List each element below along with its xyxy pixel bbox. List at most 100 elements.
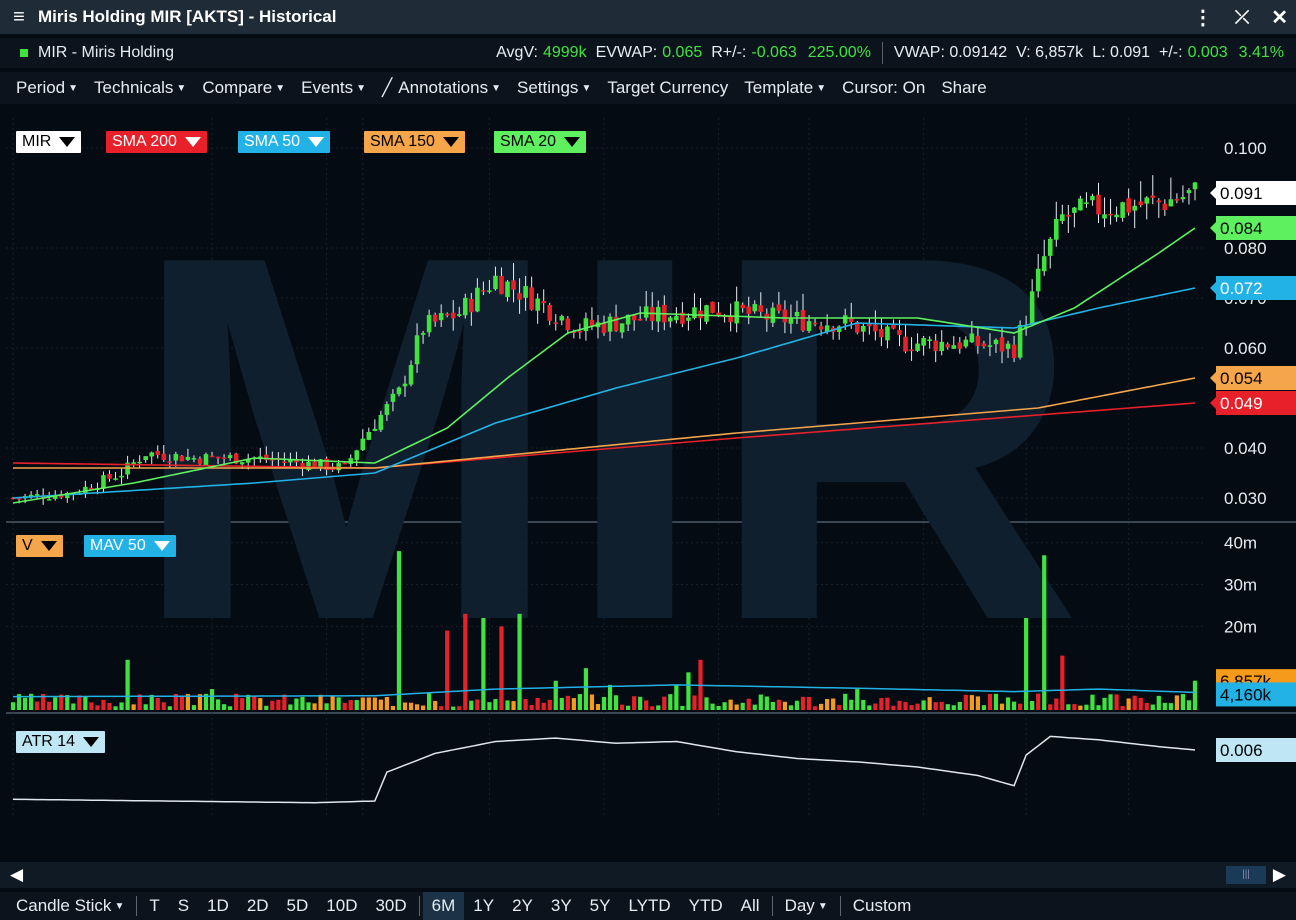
scroll-thumb[interactable]: |||: [1226, 866, 1266, 884]
range-percent: 225.00%: [807, 44, 871, 61]
candle-body: [360, 438, 366, 451]
volume-bar: [734, 704, 739, 710]
cursor-toggle[interactable]: Cursor: On: [834, 78, 933, 98]
candle-body: [577, 330, 583, 333]
price-tick-label: 0.030: [1224, 489, 1267, 508]
dropdown-icon: [308, 137, 325, 147]
volume-bar: [674, 684, 679, 710]
volume-bar: [999, 703, 1005, 710]
range-3y[interactable]: 3Y: [542, 896, 581, 916]
custom-range-button[interactable]: Custom: [844, 896, 921, 916]
more-options-icon[interactable]: ⋮: [1193, 5, 1213, 30]
candle-body: [420, 333, 426, 335]
volume-bar: [215, 699, 221, 710]
volume-bar: [885, 697, 890, 710]
range-5y[interactable]: 5Y: [581, 896, 620, 916]
legend-sma-20[interactable]: SMA 20: [494, 131, 587, 153]
range-1y[interactable]: 1Y: [464, 896, 503, 916]
vwap-text: VWAP: 0.09142: [893, 44, 1008, 61]
volume-bar: [1090, 694, 1095, 710]
legend-mav-50[interactable]: MAV 50: [84, 535, 176, 557]
candle-body: [776, 304, 782, 311]
candle-body: [933, 340, 938, 352]
period-5d[interactable]: 5D: [278, 896, 318, 916]
chart-area[interactable]: MIR0.1000.0800.0700.0600.0400.0300.0910.…: [6, 118, 1296, 862]
range-ytd[interactable]: YTD: [680, 896, 732, 916]
volume-bar: [1060, 655, 1065, 710]
candle-body: [927, 339, 932, 342]
volume-bar: [873, 703, 878, 710]
volume-bar: [1036, 693, 1041, 710]
window-title: Miris Holding MIR [AKTS] - Historical: [38, 7, 337, 26]
period-2d[interactable]: 2D: [238, 896, 278, 916]
range-lytd[interactable]: LYTD: [619, 896, 679, 916]
candle-body: [119, 475, 124, 478]
candle-body: [547, 304, 553, 321]
horizontal-scrollbar[interactable]: ◀ ||| ▶: [0, 862, 1296, 888]
legend-mir[interactable]: MIR: [16, 131, 82, 153]
volume-bar: [324, 703, 329, 710]
candle-body: [637, 318, 643, 321]
volume-bar: [47, 701, 52, 710]
last-value-label: 0.049: [1220, 394, 1263, 413]
menu-period[interactable]: Period ▼: [0, 78, 86, 98]
candle-body: [342, 462, 347, 465]
candle-body: [1108, 213, 1113, 216]
candle-body: [107, 474, 112, 479]
legend-atr-14[interactable]: ATR 14: [16, 731, 106, 753]
period-1d[interactable]: 1D: [198, 896, 238, 916]
volume-bar: [125, 659, 130, 710]
candle-body: [1078, 198, 1083, 211]
share-button[interactable]: Share: [933, 78, 994, 98]
range-all[interactable]: All: [732, 896, 769, 916]
candle-body: [565, 318, 571, 331]
volume-bar: [390, 706, 396, 710]
volume-bar: [119, 702, 124, 710]
candle-body: [770, 307, 776, 323]
scroll-right-icon[interactable]: ▶: [1273, 865, 1286, 885]
period-s[interactable]: S: [169, 896, 198, 916]
volume-bar: [282, 694, 287, 710]
candle-body: [438, 313, 444, 321]
candle-body: [493, 275, 498, 290]
candle-body: [993, 339, 999, 345]
volume-bar: [915, 703, 920, 710]
menu-technicals[interactable]: Technicals ▼: [86, 78, 194, 98]
close-icon[interactable]: ✕: [1271, 5, 1288, 30]
volume-bar: [131, 704, 136, 710]
legend-sma-200[interactable]: SMA 200: [106, 131, 207, 153]
volume-bar: [1078, 705, 1083, 710]
menu-annotations[interactable]: ╱ Annotations ▼: [374, 78, 509, 98]
interval-select[interactable]: Day ▼: [776, 896, 837, 916]
evwap-value: 0.065: [662, 44, 703, 61]
instrument-info-bar: MIR - Miris Holding AvgV: 4999k EVWAP: 0…: [0, 38, 1296, 68]
period-t[interactable]: T: [140, 896, 168, 916]
candle-body: [1174, 198, 1180, 201]
legend-sma-150[interactable]: SMA 150: [364, 131, 465, 153]
scroll-left-icon[interactable]: ◀: [10, 865, 23, 885]
candle-body: [475, 287, 480, 312]
menu-target-currency[interactable]: Target Currency: [599, 78, 736, 98]
period-30d[interactable]: 30D: [366, 896, 415, 916]
range-6m[interactable]: 6M: [422, 892, 465, 920]
volume-bar: [927, 697, 932, 710]
volume-bar: [861, 699, 866, 710]
menu-template[interactable]: Template ▼: [736, 78, 834, 98]
pen-line-icon: ╱: [382, 78, 393, 97]
range-2y[interactable]: 2Y: [503, 896, 542, 916]
candle-body: [903, 336, 908, 352]
menu-compare[interactable]: Compare ▼: [194, 78, 293, 98]
chart-svg[interactable]: MIR0.1000.0800.0700.0600.0400.0300.0910.…: [6, 118, 1296, 862]
volume-bar: [517, 613, 522, 710]
volume-tick-label: 40m: [1224, 534, 1257, 553]
candle-body: [1035, 268, 1041, 292]
legend-sma-50[interactable]: SMA 50: [238, 131, 331, 153]
chart-type-select[interactable]: Candle Stick ▼: [0, 896, 133, 916]
legend-volume[interactable]: V: [16, 535, 63, 557]
hamburger-menu-icon[interactable]: ≡: [0, 6, 38, 29]
unlink-icon[interactable]: ⤫: [1235, 7, 1249, 28]
menu-events[interactable]: Events ▼: [293, 78, 374, 98]
period-10d[interactable]: 10D: [317, 896, 366, 916]
volume-bar: [167, 706, 172, 710]
menu-settings[interactable]: Settings ▼: [509, 78, 599, 98]
